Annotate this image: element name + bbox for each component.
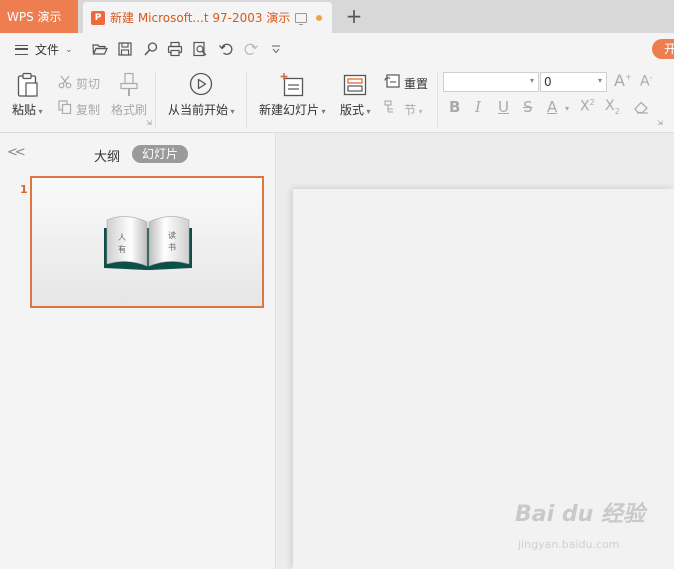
slide-thumbnail[interactable]: 人 有 读 书: [30, 176, 264, 308]
open-folder-icon[interactable]: [92, 41, 108, 57]
section-label: 节: [404, 103, 417, 117]
reset-icon[interactable]: [384, 74, 400, 88]
app-tab-label: WPS 演示: [7, 10, 62, 24]
chevron-down-icon: ⌄: [65, 44, 73, 55]
paste-label: 粘贴: [12, 103, 37, 117]
font-color-icon[interactable]: A: [547, 98, 557, 116]
play-from-current-button[interactable]: 从当前开始 ▾: [168, 101, 235, 118]
italic-icon[interactable]: I: [475, 98, 481, 116]
underline-icon[interactable]: U: [498, 98, 509, 116]
tab-slides[interactable]: 幻灯片: [132, 145, 188, 163]
play-from-current-label: 从当前开始: [168, 103, 229, 117]
bold-icon[interactable]: B: [449, 98, 460, 116]
book-art-text: 书: [168, 242, 176, 252]
copy-icon[interactable]: [58, 100, 72, 114]
paste-icon[interactable]: [16, 72, 40, 98]
print-preview-icon[interactable]: [192, 41, 208, 57]
redo-icon[interactable]: [243, 41, 259, 57]
tab-outline[interactable]: 大纲: [94, 146, 120, 165]
new-slide-label: 新建幻灯片: [259, 103, 320, 117]
book-art-text: 人: [118, 233, 126, 242]
reset-button[interactable]: 重置: [404, 75, 428, 92]
increase-font-icon[interactable]: A+: [614, 71, 632, 90]
font-size-dropdown-icon: ▾: [597, 76, 602, 85]
open-book-icon: 人 有 读 书: [104, 216, 192, 270]
new-slide-icon[interactable]: [279, 72, 305, 98]
font-color-dropdown-icon[interactable]: ▾: [565, 104, 569, 113]
font-launcher-icon[interactable]: ⇲: [657, 119, 663, 127]
section-dropdown-icon: ▾: [416, 107, 423, 116]
print-icon[interactable]: [167, 41, 183, 57]
app-tab[interactable]: WPS 演示: [0, 0, 78, 33]
format-painter-icon[interactable]: [118, 72, 140, 98]
slide-number: 1: [20, 183, 28, 196]
save-icon[interactable]: [117, 41, 133, 57]
monitor-icon[interactable]: [295, 12, 308, 25]
new-slide-button[interactable]: 新建幻灯片 ▾: [259, 101, 326, 118]
find-icon[interactable]: [143, 41, 159, 57]
font-size-value: 0: [544, 75, 552, 89]
document-tab[interactable]: P 新建 Microsoft...t 97-2003 演示: [83, 2, 332, 33]
scissors-icon[interactable]: [58, 75, 72, 89]
book-art-text: 有: [118, 244, 126, 254]
ribbon-divider: [246, 71, 247, 127]
collapse-pane-icon[interactable]: <<: [7, 145, 26, 160]
presentation-icon: P: [91, 10, 105, 25]
font-name-combo[interactable]: ▾: [443, 72, 539, 92]
book-art-text: 读: [168, 230, 176, 240]
baidu-watermark: Bai du 经验 jingyan.baidu.com: [515, 496, 645, 551]
eraser-icon[interactable]: [633, 100, 649, 114]
paste-dropdown-icon: ▾: [36, 107, 43, 116]
watermark-url: jingyan.baidu.com: [518, 538, 620, 551]
font-name-dropdown-icon: ▾: [529, 76, 534, 85]
strikethrough-icon[interactable]: S: [523, 98, 533, 116]
customize-toolbar-icon[interactable]: [268, 41, 284, 57]
decrease-font-icon[interactable]: A-: [640, 73, 652, 90]
new-tab-button[interactable]: +: [345, 5, 363, 27]
paste-button[interactable]: 粘贴 ▾: [12, 101, 43, 118]
layout-label: 版式: [340, 103, 365, 117]
layout-dropdown-icon: ▾: [364, 107, 371, 116]
subscript-icon[interactable]: X2: [605, 98, 620, 116]
tab-bar: WPS 演示 P 新建 Microsoft...t 97-2003 演示 +: [0, 0, 674, 33]
unsaved-dot-icon: [316, 14, 323, 21]
file-menu-label: 文件: [35, 43, 60, 57]
clipboard-launcher-icon[interactable]: ⇲: [146, 119, 152, 127]
slide-navigation-pane: << 大纲 幻灯片 1 人 有 读 书: [0, 133, 276, 569]
layout-button[interactable]: 版式 ▾: [340, 101, 371, 118]
open-button[interactable]: 开: [652, 39, 674, 59]
file-menu-button[interactable]: 文件 ⌄: [15, 41, 73, 58]
cut-button[interactable]: 剪切: [76, 75, 100, 92]
watermark-logo-text: Bai du 经验: [515, 502, 645, 527]
layout-icon[interactable]: [343, 73, 367, 97]
new-slide-dropdown-icon: ▾: [319, 107, 326, 116]
section-icon[interactable]: [384, 100, 400, 114]
undo-icon[interactable]: [218, 41, 234, 57]
play-dropdown-icon: ▾: [228, 107, 235, 116]
section-button[interactable]: 节 ▾: [404, 101, 423, 118]
document-tab-title: 新建 Microsoft...t 97-2003 演示: [110, 11, 291, 25]
play-circle-icon[interactable]: [189, 72, 213, 96]
quick-access-toolbar: 文件 ⌄ 开: [0, 33, 674, 65]
font-size-combo[interactable]: 0 ▾: [540, 72, 607, 92]
format-painter-button[interactable]: 格式刷: [111, 101, 147, 118]
ribbon-divider: [437, 71, 438, 127]
hamburger-icon: [15, 44, 28, 55]
ribbon-divider: [155, 71, 156, 127]
superscript-icon[interactable]: X2: [580, 98, 595, 115]
copy-button[interactable]: 复制: [76, 101, 100, 118]
